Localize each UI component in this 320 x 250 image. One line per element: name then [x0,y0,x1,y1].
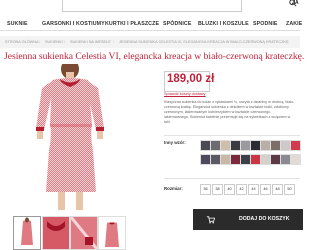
size-option-48[interactable]: 48 [272,184,283,195]
search-input[interactable] [62,0,297,12]
size-option-44[interactable]: 44 [248,184,259,195]
size-option-50[interactable]: 50 [284,184,295,195]
thumbnail-1[interactable] [13,216,41,250]
nav-item-zakiety[interactable]: ZAKIE [286,21,302,27]
divider [164,135,300,136]
size-label: Rozmiar: [164,186,183,191]
nav-item-spodnie[interactable]: SPODNIE [253,21,278,27]
size-option-42[interactable]: 42 [236,184,247,195]
nav-item-garsonki[interactable]: GARSONKI I KOSTIUMY [42,21,105,27]
thumbnail-4[interactable] [98,216,126,250]
nav-item-bluzki[interactable]: BLUZKI I KOSZULE [198,21,249,27]
main-nav: SUKNIE GARSONKI I KOSTIUMY KURTKI I PŁAS… [0,16,302,31]
shipping-costs-link[interactable]: Sprawdź koszty dostawy [164,92,206,96]
thumbnail-3[interactable] [70,216,98,250]
breadcrumb-sukienki[interactable]: SUKIENKI [45,40,63,44]
color-swatch[interactable] [290,154,301,165]
add-to-cart-button[interactable]: DODAJ DO KOSZYK [193,209,303,230]
breadcrumb-wesele[interactable]: SUKIENKI NA WESELE [70,40,111,44]
size-option-36[interactable]: 36 [200,184,211,195]
other-colors-label: Inny wzór: [164,140,186,145]
nav-item-suknie[interactable]: SUKNIE [7,21,28,27]
nav-item-kurtki[interactable]: KURTKI I PŁASZCZE [105,21,159,27]
breadcrumb-home[interactable]: STRONA GŁÓWNA [5,40,39,44]
thumbnail-2[interactable] [42,216,70,250]
breadcrumb-separator: / [64,40,66,44]
size-option-46[interactable]: 46 [260,184,271,195]
top-right-link[interactable]: ZA [292,0,299,6]
color-swatch[interactable] [290,140,301,151]
breadcrumb-current: JESIENNA SUKIENKA CELESTIA VI, ELEGANCKA… [119,40,289,44]
breadcrumb: STRONA GŁÓWNA / SUKIENKI / SUKIENKI NA W… [0,36,300,48]
top-bar: ZA [0,0,300,14]
product-description: Klasyczna sukienka do kolan z rękawkami … [164,100,295,124]
product-main-image[interactable] [0,59,148,210]
add-to-cart-label: DODAJ DO KOSZYK [239,216,290,222]
product-title: Jesienna sukienka Celestia VI, elegancka… [4,51,305,62]
size-option-40[interactable]: 40 [224,184,235,195]
divider [164,178,300,179]
size-option-38[interactable]: 38 [212,184,223,195]
breadcrumb-separator: / [113,40,115,44]
breadcrumb-separator: / [39,40,41,44]
product-price: 189,00 zł [167,73,215,85]
cart-icon [206,216,215,224]
nav-item-spodnice[interactable]: SPÓDNICE [163,21,191,27]
dress-illustration [36,59,104,210]
